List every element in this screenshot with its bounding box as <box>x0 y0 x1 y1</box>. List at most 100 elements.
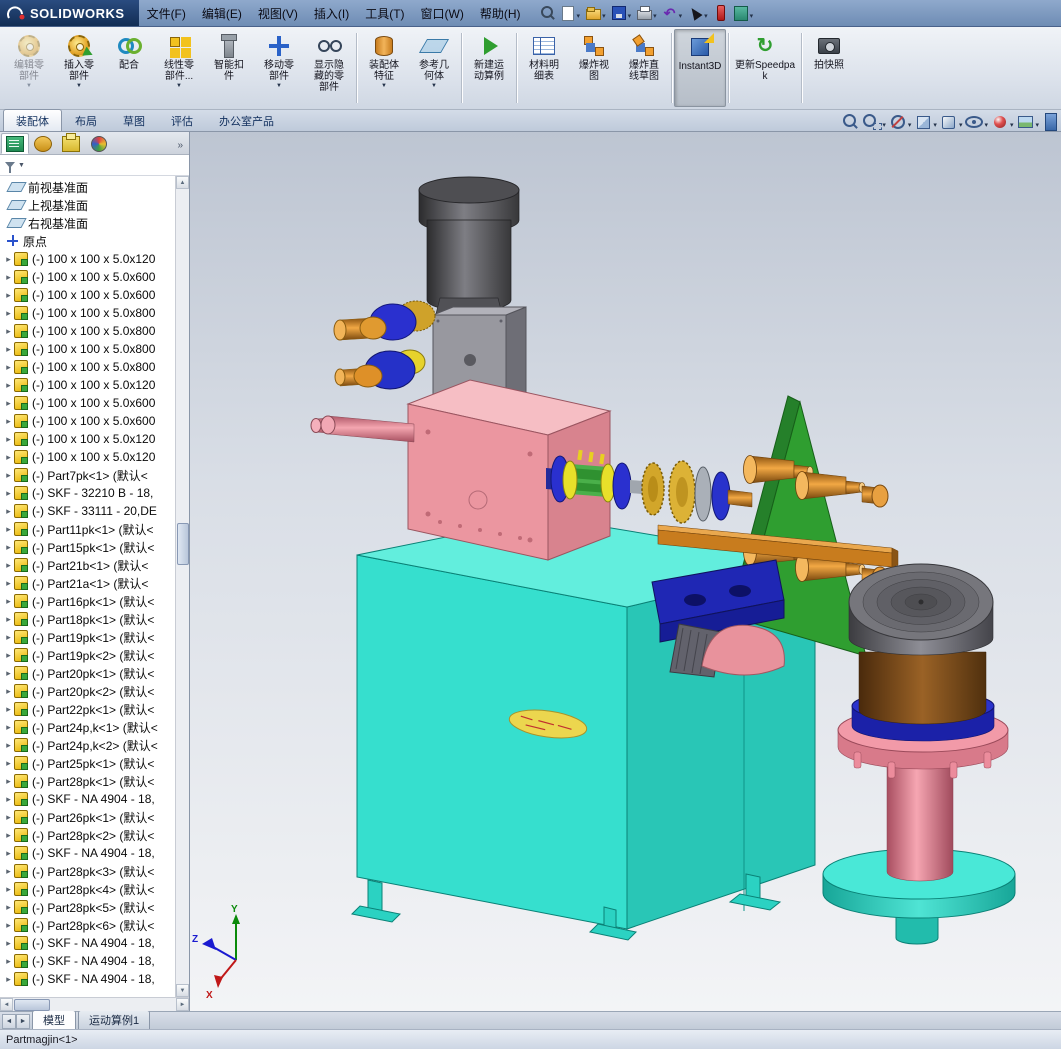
expand-arrow-icon[interactable]: ▸ <box>3 974 14 985</box>
tree-item[interactable]: ▸ (-) Part21b<1> (默认< <box>0 556 175 574</box>
expand-arrow-icon[interactable]: ▸ <box>3 614 14 625</box>
tree-item[interactable]: ▸ (-) Part16pk<1> (默认< <box>0 592 175 610</box>
tree-item[interactable]: ▸ (-) Part22pk<1> (默认< <box>0 700 175 718</box>
tree-horizontal-scrollbar[interactable]: ◄ ► <box>0 997 189 1011</box>
panel-tab-configuration-manager[interactable] <box>57 132 85 154</box>
dropdown-caret-icon[interactable]: ▾ <box>959 121 963 129</box>
expand-arrow-icon[interactable]: ▸ <box>3 506 14 517</box>
zoom-to-fit-icon[interactable] <box>841 113 861 131</box>
expand-arrow-icon[interactable]: ▸ <box>3 470 14 481</box>
ribbon-button-assembly-features[interactable]: 装配体特征 ▼ <box>359 29 409 107</box>
view-orientation-icon[interactable] <box>913 113 933 131</box>
tab-scroll-right-button[interactable]: ► <box>16 1014 30 1029</box>
pink-input-shaft[interactable] <box>310 415 415 443</box>
scroll-right-button[interactable]: ► <box>176 998 189 1011</box>
left-coupling-assembly[interactable] <box>333 300 436 390</box>
tree-item[interactable]: ▸ (-) Part11pk<1> (默认< <box>0 520 175 538</box>
tab-scroll-left-button[interactable]: ◄ <box>2 1014 16 1029</box>
save-icon[interactable] <box>610 4 628 22</box>
tree-item[interactable]: ▸ (-) 100 x 100 x 5.0x120 <box>0 250 175 268</box>
expand-arrow-icon[interactable]: ▸ <box>3 542 14 553</box>
tree-item[interactable]: ▸ (-) 100 x 100 x 5.0x800 <box>0 340 175 358</box>
ribbon-button-bill-of-materials[interactable]: 材料明细表 <box>519 29 569 107</box>
ribbon-button-show-hidden-components[interactable]: 显示隐藏的零部件 <box>304 29 354 107</box>
tree-filter-row[interactable]: ▼ <box>0 155 189 176</box>
expand-arrow-icon[interactable]: ▸ <box>3 254 14 265</box>
options-icon[interactable] <box>732 4 750 22</box>
tree-item[interactable]: ▸ (-) 100 x 100 x 5.0x800 <box>0 304 175 322</box>
tree-vertical-scrollbar[interactable]: ▲ ▼ <box>175 176 189 997</box>
expand-arrow-icon[interactable]: ▸ <box>3 668 14 679</box>
tree-item[interactable]: ▸ (-) Part24p,k<1> (默认< <box>0 718 175 736</box>
expand-arrow-icon[interactable]: ▸ <box>3 524 14 535</box>
tree-item[interactable]: ▸ (-) Part20pk<1> (默认< <box>0 664 175 682</box>
gear-motor[interactable] <box>418 176 520 315</box>
vibratory-bowl-feeder[interactable] <box>822 563 1016 945</box>
tree-item[interactable]: ▸ (-) Part21a<1> (默认< <box>0 574 175 592</box>
tree-item[interactable]: ▸ (-) Part19pk<1> (默认< <box>0 628 175 646</box>
expand-arrow-icon[interactable]: ▸ <box>3 434 14 445</box>
dropdown-caret-icon[interactable]: ▾ <box>1035 121 1039 129</box>
tree-item[interactable]: ▸ (-) SKF - 32210 B - 18, <box>0 484 175 502</box>
horizontal-scroll-thumb[interactable] <box>14 999 50 1011</box>
tree-item[interactable]: 右视基准面 <box>0 214 175 232</box>
search-icon[interactable] <box>539 4 557 22</box>
tree-item[interactable]: ▸ (-) Part19pk<2> (默认< <box>0 646 175 664</box>
expand-arrow-icon[interactable]: ▸ <box>3 740 14 751</box>
dropdown-caret-icon[interactable]: ▾ <box>679 12 683 20</box>
dropdown-caret-icon[interactable]: ▾ <box>1010 121 1014 129</box>
tree-item[interactable]: ▸ (-) Part18pk<1> (默认< <box>0 610 175 628</box>
expand-arrow-icon[interactable]: ▸ <box>3 416 14 427</box>
apply-scene-icon[interactable] <box>1015 113 1035 131</box>
ribbon-button-insert-component[interactable]: 插入零部件 ▼ <box>54 29 104 107</box>
expand-arrow-icon[interactable]: ▸ <box>3 488 14 499</box>
tab-assembly[interactable]: 装配体 <box>3 109 62 131</box>
tree-item[interactable]: 原点 <box>0 232 175 250</box>
expand-arrow-icon[interactable]: ▸ <box>3 776 14 787</box>
tab-office-products[interactable]: 办公室产品 <box>206 109 287 131</box>
tree-item[interactable]: ▸ (-) Part28pk<4> (默认< <box>0 880 175 898</box>
open-icon[interactable] <box>584 4 602 22</box>
menu-help[interactable]: 帮助(H) <box>472 0 529 26</box>
expand-arrow-icon[interactable]: ▸ <box>3 758 14 769</box>
dropdown-caret-icon[interactable]: ▾ <box>984 121 988 129</box>
tree-item[interactable]: ▸ (-) SKF - 33111 - 20,DE <box>0 502 175 520</box>
expand-arrow-icon[interactable]: ▸ <box>3 380 14 391</box>
expand-arrow-icon[interactable]: ▸ <box>3 920 14 931</box>
tree-item[interactable]: 前视基准面 <box>0 178 175 196</box>
tree-item[interactable]: ▸ (-) Part7pk<1> (默认< <box>0 466 175 484</box>
tree-item[interactable]: ▸ (-) 100 x 100 x 5.0x120 <box>0 430 175 448</box>
ribbon-button-move-component[interactable]: 移动零部件 ▼ <box>254 29 304 107</box>
expand-arrow-icon[interactable]: ▸ <box>3 632 14 643</box>
tree-item[interactable]: ▸ (-) 100 x 100 x 5.0x600 <box>0 268 175 286</box>
expand-arrow-icon[interactable]: ▸ <box>3 794 14 805</box>
tree-item[interactable]: ▸ (-) Part28pk<2> (默认< <box>0 826 175 844</box>
expand-arrow-icon[interactable]: ▸ <box>3 290 14 301</box>
tree-item[interactable]: ▸ (-) Part25pk<1> (默认< <box>0 754 175 772</box>
panel-toggle-icon[interactable] <box>1045 113 1057 131</box>
tab-sketch[interactable]: 草图 <box>110 109 158 131</box>
ribbon-button-smart-fasteners[interactable]: 智能扣件 <box>204 29 254 107</box>
tree-item[interactable]: ▸ (-) Part28pk<6> (默认< <box>0 916 175 934</box>
ribbon-button-explode-line-sketch[interactable]: 爆炸直线草图 <box>619 29 669 107</box>
tab-layout[interactable]: 布局 <box>62 109 110 131</box>
ribbon-button-linear-pattern[interactable]: 线性零部件... ▼ <box>154 29 204 107</box>
expand-arrow-icon[interactable]: ▸ <box>3 398 14 409</box>
ribbon-button-exploded-view[interactable]: 爆炸视图 <box>569 29 619 107</box>
vertical-scroll-thumb[interactable] <box>177 523 189 565</box>
ribbon-button-reference-geometry[interactable]: 参考几何体 ▼ <box>409 29 459 107</box>
menu-view[interactable]: 视图(V) <box>250 0 306 26</box>
panel-overflow-button[interactable]: » <box>177 140 188 154</box>
panel-tab-feature-manager[interactable] <box>1 133 29 154</box>
tree-item[interactable]: ▸ (-) Part28pk<5> (默认< <box>0 898 175 916</box>
dropdown-caret-icon[interactable]: ▾ <box>628 12 632 20</box>
dropdown-caret-icon[interactable]: ▾ <box>653 12 657 20</box>
panel-tab-property-manager[interactable] <box>29 133 57 154</box>
dropdown-caret-icon[interactable]: ▾ <box>882 121 886 129</box>
menu-file[interactable]: 文件(F) <box>139 0 194 26</box>
scroll-down-button[interactable]: ▼ <box>176 984 189 997</box>
undo-icon[interactable] <box>661 4 679 22</box>
menu-window[interactable]: 窗口(W) <box>413 0 472 26</box>
tree-item[interactable]: ▸ (-) 100 x 100 x 5.0x800 <box>0 358 175 376</box>
expand-arrow-icon[interactable]: ▸ <box>3 704 14 715</box>
